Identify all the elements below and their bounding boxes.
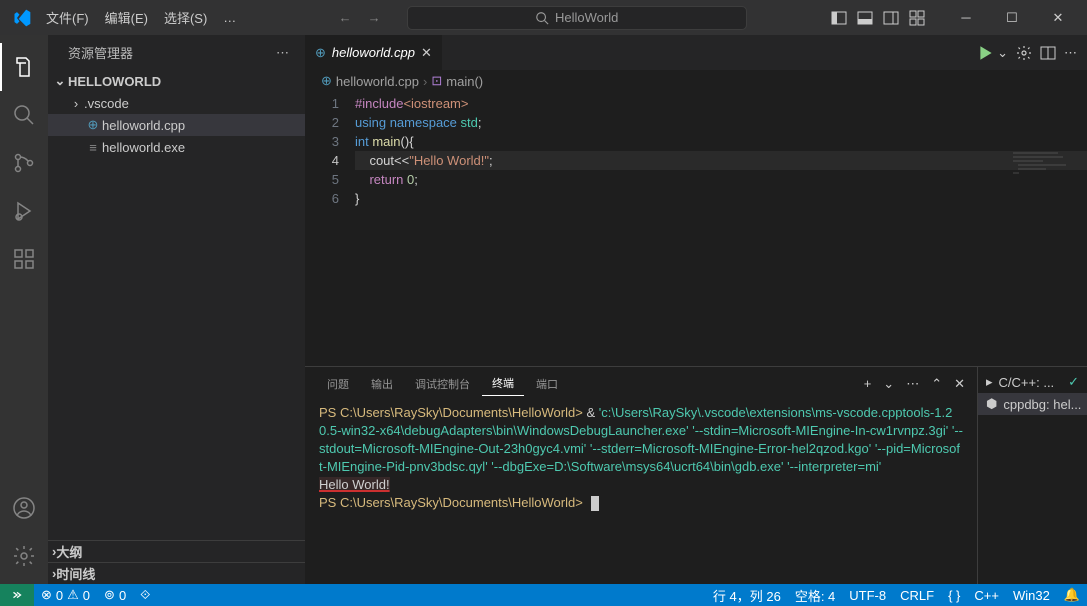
command-center-text: HelloWorld: [555, 10, 618, 25]
check-icon: ✓: [1068, 374, 1079, 390]
error-icon: ⊗: [41, 587, 52, 603]
panel-maximize-icon[interactable]: ⌃: [931, 376, 942, 392]
layout-right-icon[interactable]: [881, 8, 901, 28]
editor-tabs: ⊕ helloworld.cpp ✕ ⌄ ⋯: [305, 35, 1087, 70]
terminal-icon: ▸: [986, 374, 993, 390]
command-center[interactable]: HelloWorld: [407, 6, 747, 30]
terminal-dropdown-icon[interactable]: ⌄: [883, 376, 894, 392]
menu-file[interactable]: 文件(F): [38, 4, 97, 31]
search-icon: [535, 11, 549, 25]
menu-edit[interactable]: 编辑(E): [97, 4, 156, 31]
status-eol[interactable]: CRLF: [893, 584, 941, 606]
more-icon[interactable]: ⋯: [906, 376, 919, 392]
terminal-item-cppdbg[interactable]: ⬢ cppdbg: hel...: [978, 393, 1087, 415]
radio-icon: ⊚: [104, 587, 115, 603]
close-icon[interactable]: ✕: [421, 45, 432, 61]
line-numbers: 123456: [305, 92, 355, 366]
tree-file-cpp[interactable]: ⊕ helloworld.cpp: [48, 114, 305, 136]
activity-explorer[interactable]: [0, 43, 48, 91]
status-notifications[interactable]: 🔔: [1057, 584, 1087, 606]
split-editor-icon[interactable]: [1040, 45, 1056, 61]
nav-back-icon[interactable]: ←: [339, 10, 352, 25]
terminal-item-cc[interactable]: ▸ C/C++: ... ✓: [978, 371, 1087, 393]
activity-account[interactable]: [0, 484, 48, 532]
status-bar: ⊗0 ⚠0 ⊚0 ⟐ 行 4，列 26 空格: 4 UTF-8 CRLF { }…: [0, 584, 1087, 606]
status-lncol[interactable]: 行 4，列 26: [706, 584, 788, 606]
panel-tab-output[interactable]: 输出: [361, 372, 403, 396]
layout-customize-icon[interactable]: [907, 8, 927, 28]
outline-section[interactable]: ›大纲: [48, 540, 305, 562]
status-lang-brace[interactable]: { }: [941, 584, 967, 606]
bottom-panel: 问题 输出 调试控制台 终端 端口 + ⌄ ⋯ ⌃ ✕: [305, 366, 1087, 584]
status-live[interactable]: ⟐: [133, 584, 157, 606]
activity-search[interactable]: [0, 91, 48, 139]
settings-icon[interactable]: [1016, 45, 1032, 61]
run-button[interactable]: [977, 44, 995, 62]
panel-close-icon[interactable]: ✕: [954, 376, 965, 392]
remote-button[interactable]: [0, 584, 34, 606]
layout-bottom-icon[interactable]: [855, 8, 875, 28]
window-close-button[interactable]: ✕: [1035, 0, 1081, 35]
run-dropdown-icon[interactable]: ⌄: [997, 45, 1008, 61]
window-minimize-button[interactable]: ─: [943, 0, 989, 35]
debug-icon: ⬢: [986, 396, 997, 412]
tree-file-exe[interactable]: ≡ helloworld.exe: [48, 136, 305, 158]
tree-folder-vscode[interactable]: › .vscode: [48, 92, 305, 114]
panel-tab-ports[interactable]: 端口: [526, 372, 568, 396]
panel-tab-terminal[interactable]: 终端: [482, 371, 524, 396]
new-terminal-icon[interactable]: +: [864, 376, 872, 392]
cpp-file-icon: ⊕: [84, 117, 102, 133]
warning-icon: ⚠: [67, 587, 79, 603]
cpp-file-icon: ⊕: [315, 45, 326, 61]
title-bar: 文件(F) 编辑(E) 选择(S) … ← → HelloWorld ─ ☐ ✕: [0, 0, 1087, 35]
menu-select[interactable]: 选择(S): [156, 4, 215, 31]
more-icon[interactable]: ⋯: [1064, 45, 1077, 61]
status-encoding[interactable]: UTF-8: [842, 584, 893, 606]
status-spaces[interactable]: 空格: 4: [788, 584, 842, 606]
layout-left-icon[interactable]: [829, 8, 849, 28]
window-maximize-button[interactable]: ☐: [989, 0, 1035, 35]
code-editor[interactable]: 123456 #include<iostream>using namespace…: [305, 92, 1087, 366]
chevron-down-icon: ⌄: [52, 73, 68, 89]
terminal[interactable]: PS C:\Users\RaySky\Documents\HelloWorld>…: [305, 400, 977, 584]
panel-tab-problems[interactable]: 问题: [317, 372, 359, 396]
broadcast-icon: ⟐: [140, 587, 150, 603]
bell-icon: 🔔: [1064, 587, 1080, 603]
tree-root[interactable]: ⌄ HELLOWORLD: [48, 70, 305, 92]
activity-extensions[interactable]: [0, 235, 48, 283]
minimap[interactable]: [1013, 152, 1073, 192]
status-platform[interactable]: Win32: [1006, 584, 1057, 606]
activity-bar: [0, 35, 48, 584]
status-ports[interactable]: ⊚0: [97, 584, 133, 606]
function-icon: ⊡: [431, 73, 442, 89]
vscode-logo-icon: [12, 8, 32, 28]
tab-helloworld[interactable]: ⊕ helloworld.cpp ✕: [305, 35, 443, 70]
breadcrumb[interactable]: ⊕ helloworld.cpp › ⊡ main(): [305, 70, 1087, 92]
terminal-list: ▸ C/C++: ... ✓ ⬢ cppdbg: hel...: [977, 367, 1087, 584]
activity-settings[interactable]: [0, 532, 48, 580]
cpp-file-icon: ⊕: [321, 73, 332, 89]
chevron-right-icon: ›: [423, 74, 427, 89]
editor-area: ⊕ helloworld.cpp ✕ ⌄ ⋯ ⊕ helloworld.cpp …: [305, 35, 1087, 584]
activity-run-debug[interactable]: [0, 187, 48, 235]
explorer-sidebar: 资源管理器 ⋯ ⌄ HELLOWORLD › .vscode ⊕ hellowo…: [48, 35, 305, 584]
activity-source-control[interactable]: [0, 139, 48, 187]
exe-file-icon: ≡: [84, 140, 102, 155]
explorer-title: 资源管理器 ⋯: [48, 35, 305, 70]
menu-more[interactable]: …: [215, 6, 244, 29]
explorer-more-icon[interactable]: ⋯: [276, 45, 289, 61]
timeline-section[interactable]: ›时间线: [48, 562, 305, 584]
status-errors[interactable]: ⊗0 ⚠0: [34, 584, 97, 606]
nav-forward-icon[interactable]: →: [368, 10, 381, 25]
terminal-cursor: [591, 496, 599, 511]
panel-tab-debug[interactable]: 调试控制台: [405, 372, 480, 396]
status-language[interactable]: C++: [967, 584, 1006, 606]
chevron-right-icon: ›: [68, 96, 84, 111]
